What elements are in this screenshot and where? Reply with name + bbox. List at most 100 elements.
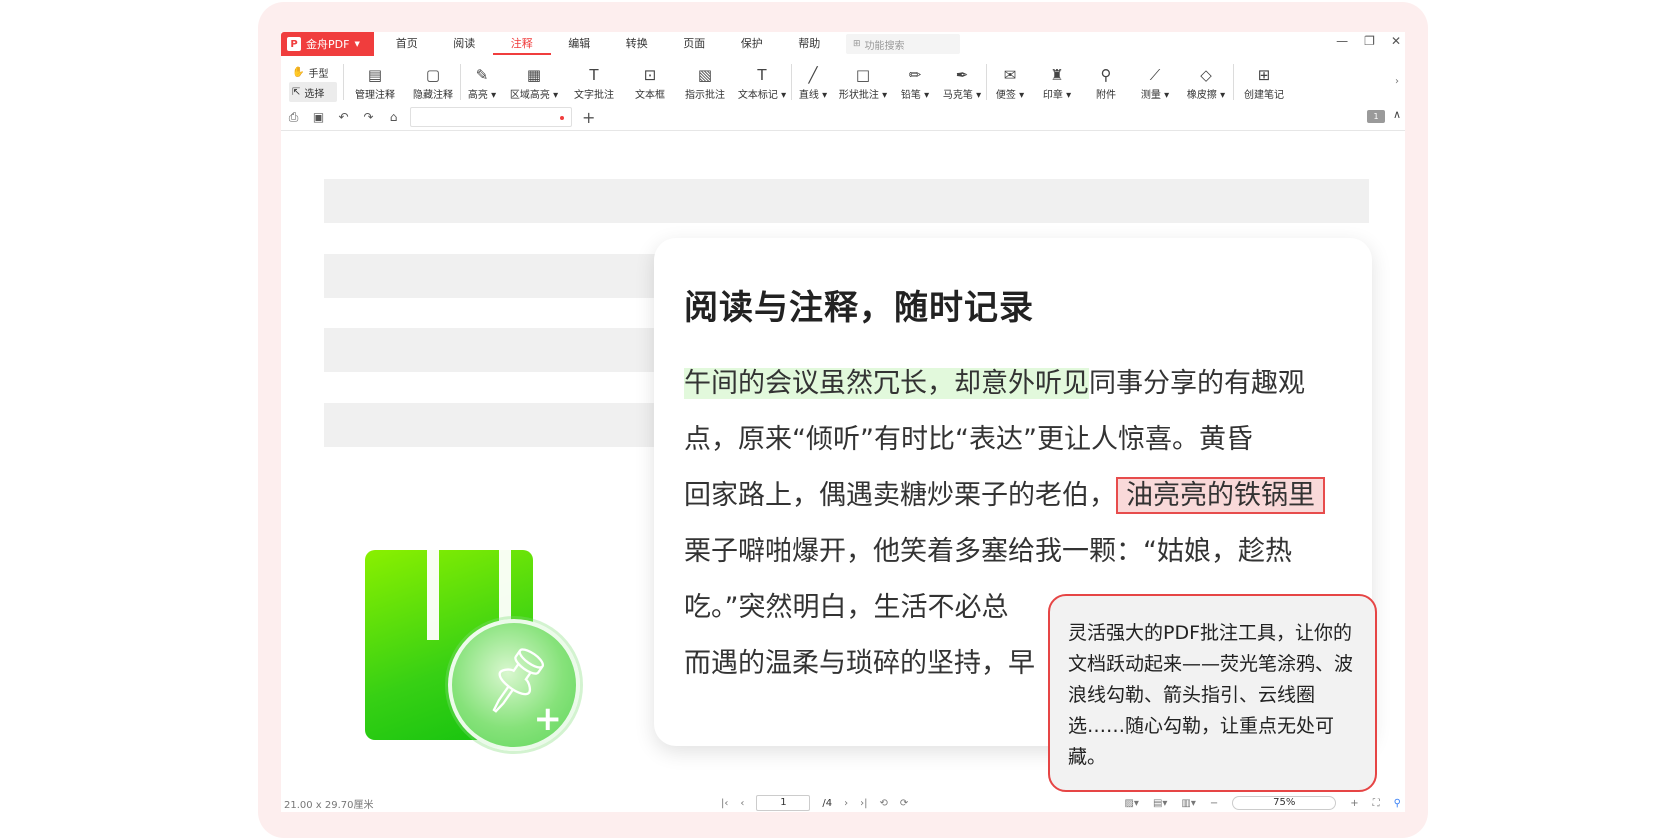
stamp-icon: ♜ [1050, 66, 1064, 84]
pin-panel-icon[interactable]: ⚲ [1394, 798, 1401, 809]
fit-view-icon[interactable]: ▨▾ [1124, 798, 1138, 809]
tool-textbox[interactable]: ⊡ 文本框 [623, 58, 677, 104]
menu-help[interactable]: 帮助 [781, 32, 839, 56]
text-run: 同事分享的有趣观 [1089, 368, 1305, 399]
paragraph-line: 回家路上，偶遇卖糖炒栗子的老伯， 油亮亮的铁锅里 [684, 468, 1334, 524]
add-tab-button[interactable]: + [582, 108, 595, 127]
select-mode-button[interactable]: ⇱ 选择 [289, 82, 337, 102]
tool-marker[interactable]: ✒ 马克笔 ▾ [938, 58, 986, 104]
fullscreen-icon[interactable]: ⛶ [1373, 798, 1380, 809]
tool-create-note[interactable]: ⊞ 创建笔记 [1234, 58, 1294, 104]
minimize-icon[interactable]: — [1336, 34, 1348, 48]
divider [281, 130, 1405, 131]
prev-page-icon[interactable]: ‹ [740, 798, 744, 809]
menu-home[interactable]: 首页 [378, 32, 436, 56]
feature-search-input[interactable]: ⊞ 功能搜索 [846, 34, 960, 54]
tool-label: 测量 ▾ [1140, 90, 1170, 101]
tool-label: 印章 ▾ [1042, 90, 1072, 101]
brand-menu-button[interactable]: P 金舟PDF ▼ [281, 32, 374, 56]
page-number-input[interactable]: 1 [756, 795, 811, 811]
measure-icon: ⟋ [1149, 66, 1161, 84]
card-title: 阅读与注释，随时记录 [684, 288, 1034, 328]
search-placeholder: 功能搜索 [864, 40, 905, 52]
zoom-select[interactable]: 75% [1232, 796, 1337, 810]
tool-stamp[interactable]: ♜ 印章 ▾ [1033, 58, 1081, 104]
status-bar: 21.00 x 29.70厘米 |‹ ‹ 1 /4 › ›| ⟲ ⟳ ▨▾ ▤▾… [281, 794, 1405, 812]
tool-shape[interactable]: □ 形状批注 ▾ [834, 58, 892, 104]
last-page-icon[interactable]: ›| [860, 798, 867, 809]
tool-callout[interactable]: ▧ 指示批注 [677, 58, 733, 104]
placeholder-bar [324, 254, 664, 298]
document-tab[interactable] [410, 107, 572, 127]
tool-measure[interactable]: ⟋ 测量 ▾ [1131, 58, 1179, 104]
manage-annot-icon: ▤ [367, 66, 383, 84]
tool-manage-annotations[interactable]: ▤ 管理注释 [344, 58, 406, 104]
app-window: P 金舟PDF ▼ 首页 阅读 注释 编辑 转换 页面 保护 帮助 ⊞ 功能搜索… [281, 32, 1405, 812]
tool-hide-annotations[interactable]: ▢ 隐藏注释 [406, 58, 460, 104]
hide-annot-icon: ▢ [425, 66, 441, 84]
textbox-icon: ⊡ [643, 66, 657, 84]
save-icon[interactable]: ▣ [306, 110, 331, 124]
hand-mode-button[interactable]: ✋ 手型 [289, 62, 343, 82]
area-highlight-icon: ▦ [526, 66, 542, 84]
page-navigation: |‹ ‹ 1 /4 › ›| ⟲ ⟳ [721, 795, 908, 811]
paragraph-line: 午间的会议虽然冗长，却意外听见同事分享的有趣观 [684, 356, 1334, 412]
menu-protect[interactable]: 保护 [723, 32, 781, 56]
tool-line[interactable]: ╱ 直线 ▾ [792, 58, 834, 104]
page-dimensions: 21.00 x 29.70厘米 [284, 799, 374, 811]
tool-label: 橡皮擦 ▾ [1186, 90, 1226, 101]
plus-icon: + [533, 699, 563, 739]
menu-page[interactable]: 页面 [666, 32, 724, 56]
quick-access-bar: ⎙ ▣ ↶ ↷ ⌂ + 1 ∧ [281, 106, 1405, 128]
shape-icon: □ [855, 66, 871, 84]
rotate-right-icon[interactable]: ⟳ [900, 798, 908, 809]
pencil-icon: ✏ [908, 66, 922, 84]
menu-read[interactable]: 阅读 [436, 32, 494, 56]
tool-label: 附件 [1096, 90, 1116, 101]
view-controls: ▨▾ ▤▾ ▥▾ − 75% + ⛶ ⚲ [1124, 796, 1401, 810]
green-highlight[interactable]: 午间的会议虽然冗长，却意外听见 [684, 368, 1089, 399]
tool-label: 便签 ▾ [995, 90, 1025, 101]
single-page-icon[interactable]: ▤▾ [1153, 798, 1167, 809]
text-annot-icon: T [589, 66, 599, 84]
hand-mode-label: 手型 [308, 68, 329, 80]
tool-label: 文字批注 [574, 90, 614, 101]
tool-label: 直线 ▾ [798, 90, 828, 101]
two-page-icon[interactable]: ▥▾ [1181, 798, 1195, 809]
select-mode-label: 选择 [304, 88, 325, 100]
tool-pencil[interactable]: ✏ 铅笔 ▾ [892, 58, 938, 104]
tool-sticky-note[interactable]: ✉ 便签 ▾ [987, 58, 1033, 104]
paragraph-line: 点，原来“倾听”有时比“表达”更让人惊喜。黄昏 [684, 424, 1253, 455]
zoom-out-icon[interactable]: − [1210, 798, 1218, 809]
redo-icon[interactable]: ↷ [356, 110, 381, 124]
home-icon[interactable]: ⌂ [381, 110, 406, 124]
tool-label: 创建笔记 [1244, 90, 1284, 101]
bookmark-ribbon [499, 550, 511, 630]
restore-icon[interactable]: ❐ [1364, 34, 1375, 48]
tool-label: 文本标记 ▾ [737, 90, 787, 101]
total-pages: /4 [822, 797, 833, 809]
zoom-in-icon[interactable]: + [1350, 798, 1358, 809]
next-page-icon[interactable]: › [844, 798, 848, 809]
undo-icon[interactable]: ↶ [331, 110, 356, 124]
placeholder-bar [324, 179, 1369, 223]
boxed-highlight[interactable]: 油亮亮的铁锅里 [1116, 477, 1325, 514]
collapse-toolbar-icon[interactable]: ∧ [1393, 108, 1401, 121]
menu-convert[interactable]: 转换 [608, 32, 666, 56]
tool-highlight[interactable]: ✎ 高亮 ▾ [461, 58, 503, 104]
tool-label: 马克笔 ▾ [942, 90, 982, 101]
tool-eraser[interactable]: ◇ 橡皮擦 ▾ [1179, 58, 1233, 104]
callout-note[interactable]: 灵活强大的PDF批注工具，让你的文档跃动起来——荧光笔涂鸦、波浪线勾勒、箭头指引… [1048, 594, 1377, 792]
tool-area-highlight[interactable]: ▦ 区域高亮 ▾ [503, 58, 565, 104]
toolbar-scroll-right-icon[interactable]: › [1395, 58, 1405, 104]
menu-annotate[interactable]: 注释 [493, 32, 551, 56]
search-grid-icon: ⊞ [853, 39, 861, 49]
tool-text-annotation[interactable]: T 文字批注 [565, 58, 623, 104]
rotate-left-icon[interactable]: ⟲ [879, 798, 887, 809]
tool-text-markup[interactable]: T 文本标记 ▾ [733, 58, 791, 104]
close-icon[interactable]: ✕ [1391, 34, 1401, 48]
tool-attachment[interactable]: ⚲ 附件 [1081, 58, 1131, 104]
print-icon[interactable]: ⎙ [281, 110, 306, 125]
menu-edit[interactable]: 编辑 [551, 32, 609, 56]
first-page-icon[interactable]: |‹ [721, 798, 728, 809]
